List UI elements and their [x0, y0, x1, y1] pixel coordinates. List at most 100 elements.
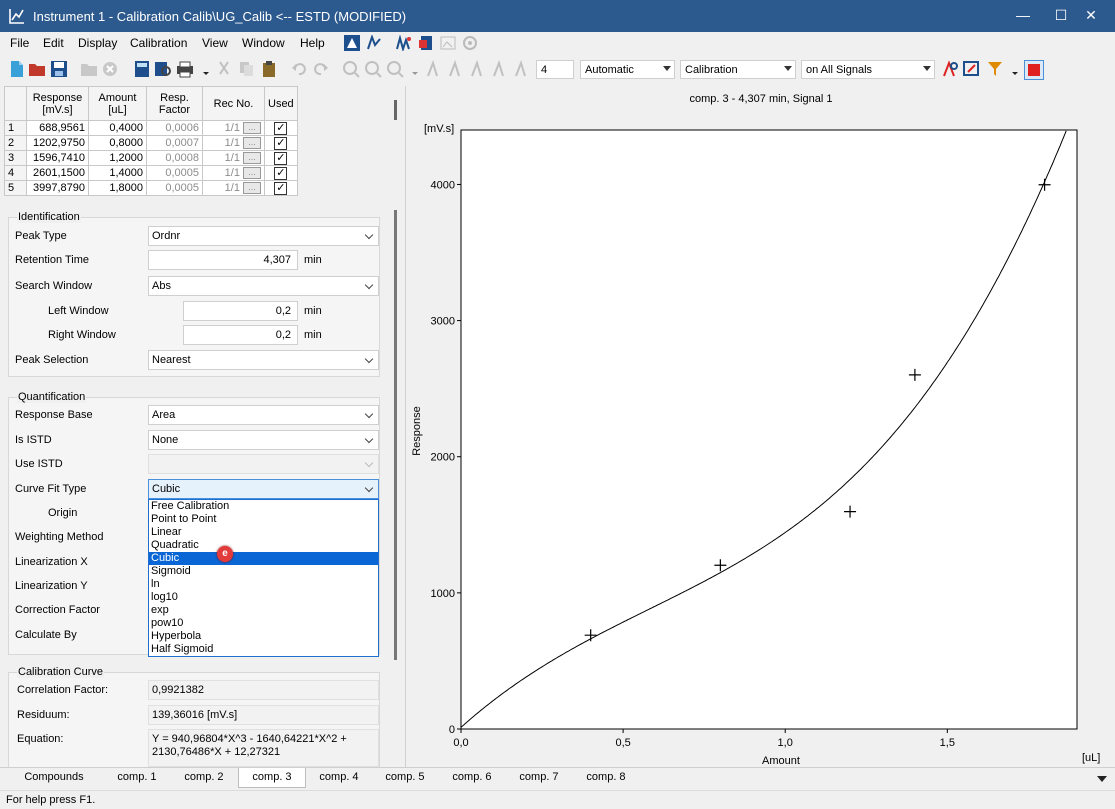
filter-icon[interactable] [986, 60, 1004, 78]
menu-edit[interactable]: Edit [43, 36, 64, 50]
tabs-menu-arrow-icon[interactable] [1096, 774, 1108, 784]
recalibrate-icon[interactable] [941, 60, 959, 78]
response-base-select[interactable]: Area [148, 405, 379, 425]
peak-type-select[interactable]: Ordnr [148, 226, 379, 246]
tab-comp-4[interactable]: comp. 4 [306, 768, 372, 788]
header-used[interactable]: Used [264, 86, 298, 121]
level-value: 4 [541, 64, 548, 76]
table-row[interactable]: 3 1596,7410 1,2000 0,0008 1/1 ... ✓ [4, 150, 298, 166]
mode-select[interactable]: Automatic [580, 60, 675, 79]
chromatogram-icon[interactable] [396, 35, 412, 51]
level-spinner[interactable]: 4 [536, 60, 574, 79]
rec-cell: 1/1 ... [202, 180, 265, 196]
used-checkbox[interactable]: ✓ [274, 121, 288, 135]
stop-record-icon[interactable] [1024, 60, 1044, 80]
option-exp[interactable]: exp [149, 604, 378, 617]
search-window-select[interactable]: Abs [148, 276, 379, 296]
menu-calibration[interactable]: Calibration [130, 36, 187, 50]
print-dropdown-icon[interactable] [197, 60, 215, 78]
option-pow10[interactable]: pow10 [149, 617, 378, 630]
retention-time-input[interactable]: 4,307 [148, 250, 298, 270]
option-cubic[interactable]: Cubic [149, 552, 378, 565]
new-file-icon[interactable] [8, 60, 26, 78]
close-button[interactable]: ✕ [1068, 0, 1114, 32]
response-cell[interactable]: 3997,8790 [26, 180, 89, 196]
rec-browse-button[interactable]: ... [243, 182, 261, 195]
header-response[interactable]: Response [mV.s] [26, 86, 89, 121]
amount-cell[interactable]: 1,8000 [88, 180, 147, 196]
right-window-input[interactable]: 0,2 [183, 325, 298, 345]
response-cell[interactable]: 688,9561 [26, 120, 89, 136]
delete-disabled-icon [103, 62, 117, 76]
response-cell[interactable]: 2601,1500 [26, 165, 89, 181]
header-resp-factor[interactable]: Resp. Factor [146, 86, 203, 121]
peak-selection-select[interactable]: Nearest [148, 350, 379, 370]
option-log10[interactable]: log10 [149, 591, 378, 604]
is-istd-select[interactable]: None [148, 430, 379, 450]
compound-icon[interactable] [963, 60, 981, 78]
option-linear[interactable]: Linear [149, 526, 378, 539]
calc-icon[interactable] [133, 60, 151, 78]
option-hyperbola[interactable]: Hyperbola [149, 630, 378, 643]
menu-help[interactable]: Help [300, 36, 325, 50]
peak-selection-label: Peak Selection [15, 354, 89, 366]
used-checkbox[interactable]: ✓ [274, 181, 288, 195]
option-point-to-point[interactable]: Point to Point [149, 513, 378, 526]
amount-cell[interactable]: 1,2000 [88, 150, 147, 166]
tab-comp-1[interactable]: comp. 1 [104, 768, 170, 788]
undo-icon [292, 63, 306, 76]
tab-comp-7[interactable]: comp. 7 [506, 768, 572, 788]
response-cell[interactable]: 1596,7410 [26, 150, 89, 166]
curve-fit-select[interactable]: Cubic [148, 479, 379, 499]
tab-comp-5[interactable]: comp. 5 [372, 768, 438, 788]
left-window-input[interactable]: 0,2 [183, 301, 298, 321]
table-row[interactable]: 1 688,9561 0,4000 0,0006 1/1 ... ✓ [4, 120, 298, 136]
form-scrollbar[interactable] [394, 210, 397, 660]
table-row[interactable]: 5 3997,8790 1,8000 0,0005 1/1 ... ✓ [4, 180, 298, 196]
header-amount[interactable]: Amount [uL] [88, 86, 147, 121]
header-rec-no[interactable]: Rec No. [202, 86, 265, 121]
table-row[interactable]: 2 1202,9750 0,8000 0,0007 1/1 ... ✓ [4, 135, 298, 151]
menu-file[interactable]: File [10, 36, 29, 50]
open-folder-icon[interactable] [28, 60, 46, 78]
panel-splitter[interactable] [405, 86, 406, 767]
used-checkbox[interactable]: ✓ [274, 166, 288, 180]
used-checkbox[interactable]: ✓ [274, 151, 288, 165]
signals-select[interactable]: on All Signals [801, 60, 935, 79]
report-icon[interactable] [418, 35, 434, 51]
option-half-sigmoid[interactable]: Half Sigmoid [149, 643, 378, 656]
tab-comp-8[interactable]: comp. 8 [572, 768, 640, 788]
tab-comp-6[interactable]: comp. 6 [438, 768, 506, 788]
menu-window[interactable]: Window [242, 36, 285, 50]
rec-browse-button[interactable]: ... [243, 137, 261, 150]
option-quadratic[interactable]: Quadratic [149, 539, 378, 552]
table-scrollbar[interactable] [394, 100, 397, 120]
rec-browse-button[interactable]: ... [243, 122, 261, 135]
paste-icon[interactable] [260, 60, 278, 78]
option-ln[interactable]: ln [149, 578, 378, 591]
filter-dropdown-icon[interactable] [1006, 60, 1024, 78]
rec-browse-button[interactable]: ... [243, 167, 261, 180]
tab-comp-2[interactable]: comp. 2 [170, 768, 238, 788]
print-icon[interactable] [176, 60, 194, 78]
used-checkbox[interactable]: ✓ [274, 136, 288, 150]
option-free-calibration[interactable]: Free Calibration [149, 500, 378, 513]
calibration-chart[interactable]: comp. 3 - 4,307 min, Signal 1 [mV.s] [uL] A… [410, 86, 1113, 767]
preview-icon[interactable] [154, 60, 172, 78]
menu-display[interactable]: Display [78, 36, 117, 50]
method-icon[interactable] [344, 35, 360, 51]
is-istd-label: Is ISTD [15, 434, 52, 446]
amount-cell[interactable]: 0,8000 [88, 135, 147, 151]
amount-cell[interactable]: 1,4000 [88, 165, 147, 181]
tab-comp-3[interactable]: comp. 3 [238, 768, 306, 788]
amount-cell[interactable]: 0,4000 [88, 120, 147, 136]
rec-browse-button[interactable]: ... [243, 152, 261, 165]
option-sigmoid[interactable]: Sigmoid [149, 565, 378, 578]
menu-view[interactable]: View [202, 36, 228, 50]
save-icon[interactable] [50, 60, 68, 78]
type-select[interactable]: Calibration [680, 60, 796, 79]
response-cell[interactable]: 1202,9750 [26, 135, 89, 151]
integration-icon[interactable] [366, 35, 382, 51]
table-row[interactable]: 4 2601,1500 1,4000 0,0005 1/1 ... ✓ [4, 165, 298, 181]
tab-compounds[interactable]: Compounds [10, 768, 98, 788]
